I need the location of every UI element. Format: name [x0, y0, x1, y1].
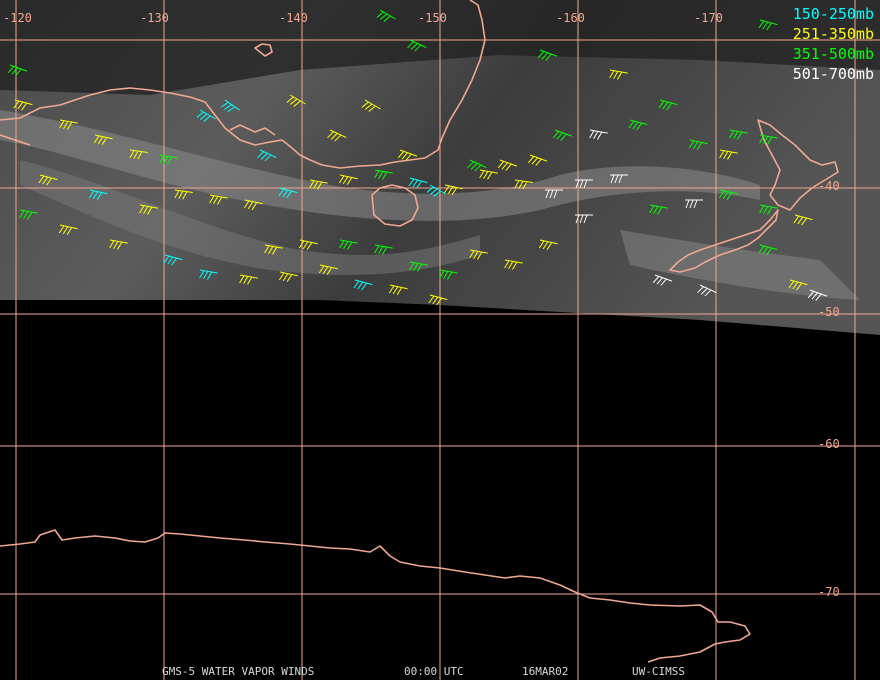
antarctica-coast: [0, 529, 751, 663]
footer-time: 00:00 UTC: [404, 665, 464, 678]
footer-date: 16MAR02: [522, 665, 569, 678]
legend-item-501-700: 501-700mb: [792, 65, 874, 83]
water-vapor-map: [0, 0, 880, 680]
lon-label-160: -160: [556, 11, 585, 25]
footer-source: UW-CIMSS: [632, 665, 685, 678]
lon-label-120: -120: [3, 11, 32, 25]
legend-item-150-250: 150-250mb: [792, 5, 874, 23]
legend-item-351-500: 351-500mb: [792, 45, 874, 63]
lat-label-70: -70: [818, 585, 840, 599]
footer-caption: GMS-5 WATER VAPOR WINDS 00:00 UTC 16MAR0…: [0, 665, 880, 679]
pressure-legend: 150-250mb 251-350mb 351-500mb 501-700mb: [793, 4, 874, 84]
lat-label-40: -40: [818, 179, 840, 193]
lat-label-60: -60: [818, 437, 840, 451]
lat-label-50: -50: [818, 305, 840, 319]
lon-label-170: -170: [694, 11, 723, 25]
footer-product: GMS-5 WATER VAPOR WINDS: [162, 665, 315, 678]
lon-label-150: -150: [418, 11, 447, 25]
lon-label-140: -140: [279, 11, 308, 25]
legend-item-251-350: 251-350mb: [792, 25, 874, 43]
lon-label-130: -130: [140, 11, 169, 25]
